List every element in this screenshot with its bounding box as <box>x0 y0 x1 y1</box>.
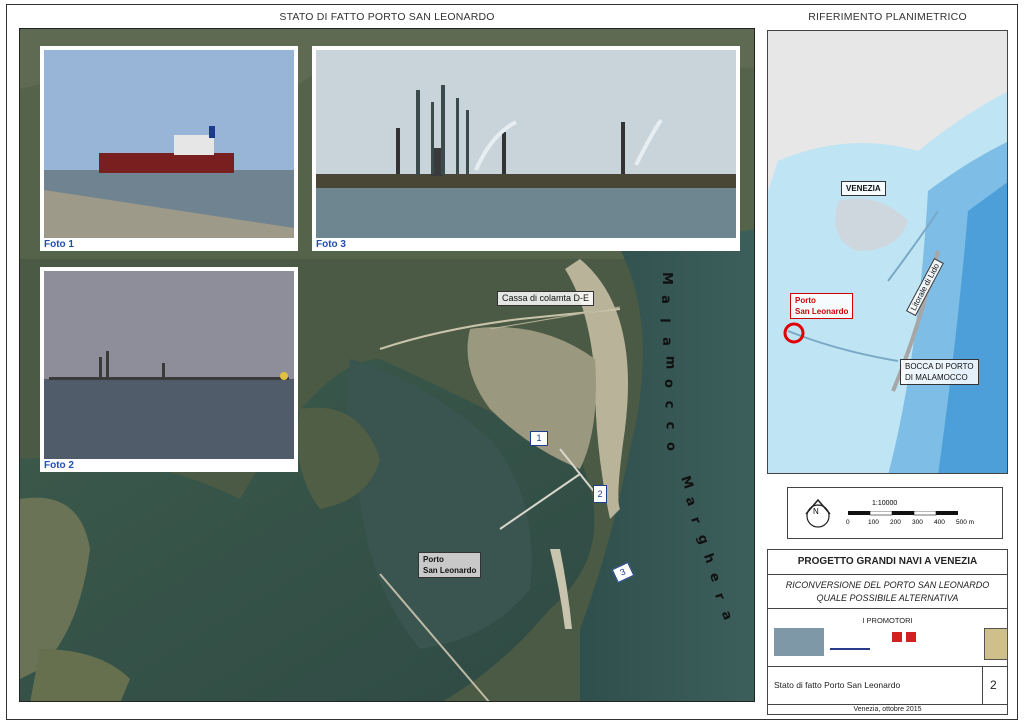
canal-letter: l <box>656 318 672 323</box>
photo-2-image <box>44 271 294 459</box>
footer-date: Venezia, ottobre 2015 <box>853 706 922 713</box>
scale-bar <box>848 511 958 516</box>
promoters-label: I PROMOTORI <box>862 616 913 625</box>
ref-venezia-label: VENEZIA <box>841 181 886 196</box>
right-map-title: RIFERIMENTO PLANIMETRICO <box>808 11 967 23</box>
canal-letter: M <box>658 272 674 285</box>
promoter-logo-4 <box>984 628 1008 660</box>
divider <box>768 666 1007 667</box>
photo-2-caption: Foto 2 <box>44 460 74 471</box>
scale-tick-label: 300 <box>912 519 923 526</box>
ref-porto-label: Porto San Leonardo <box>790 293 854 319</box>
promoter-logo-2 <box>830 634 870 650</box>
canal-letter: c <box>661 400 677 409</box>
cassa-colmata-label: Cassa di colamta D-E <box>497 291 595 306</box>
left-map-title: STATO DI FATTO PORTO SAN LEONARDO <box>279 11 495 23</box>
scale-north-box: N 1:10000 0 100 200 300 400 500 m <box>787 487 1003 539</box>
project-title: PROGETTO GRANDI NAVI A VENEZIA <box>797 556 978 567</box>
photo-2-card[interactable]: Foto 2 <box>40 267 298 472</box>
photo-3-card[interactable]: Foto 3 <box>312 46 740 251</box>
reference-map-graphic <box>768 31 1007 473</box>
photo-3-image <box>316 50 736 238</box>
photo-1-caption: Foto 1 <box>44 239 74 250</box>
promoter-logo-3b <box>906 632 916 642</box>
promoter-logo-1 <box>774 628 824 656</box>
porto-san-leonardo-label: Porto San Leonardo <box>418 552 482 578</box>
reference-map[interactable]: VENEZIA Porto San Leonardo Litorale di L… <box>767 30 1008 474</box>
scale-tick-label: 0 <box>846 519 850 526</box>
north-letter: N <box>813 507 819 516</box>
sheet-number: 2 <box>990 678 997 692</box>
divider <box>982 666 983 704</box>
divider <box>768 704 1007 705</box>
canal-letter: a <box>659 337 675 346</box>
photo-1-image <box>44 50 294 238</box>
canal-letter: m <box>662 355 678 370</box>
photo-3-caption: Foto 3 <box>316 239 346 250</box>
aerial-map[interactable]: Foto 1 Foto 2 Foto 3 Cassa di colamta D-… <box>19 28 755 702</box>
title-block: PROGETTO GRANDI NAVI A VENEZIA RICONVERS… <box>767 549 1008 715</box>
scale-tick-label: 400 <box>934 519 945 526</box>
sheet-title: Stato di fatto Porto San Leonardo <box>774 680 901 690</box>
scale-ratio: 1:10000 <box>872 500 898 507</box>
promoter-logo-3a <box>892 632 902 642</box>
canal-letter: a <box>657 295 673 304</box>
scale-tick-label: 500 m <box>956 519 975 526</box>
divider <box>768 608 1007 609</box>
canal-letter: o <box>663 442 679 451</box>
photo-marker-1[interactable]: 1 <box>530 431 548 446</box>
ref-bocca-label: BOCCA DI PORTO DI MALAMOCCO <box>900 359 979 385</box>
scale-tick-label: 200 <box>890 519 901 526</box>
subtitle-line-2: QUALE POSSIBILE ALTERNATIVA <box>816 593 959 603</box>
photo-marker-2[interactable]: 2 <box>593 485 607 503</box>
divider <box>768 574 1007 575</box>
photo-1-card[interactable]: Foto 1 <box>40 46 298 251</box>
scale-tick-label: 100 <box>868 519 879 526</box>
subtitle-line-1: RICONVERSIONE DEL PORTO SAN LEONARDO <box>785 580 990 590</box>
canal-letter: c <box>661 421 677 430</box>
canal-letter: o <box>660 379 676 388</box>
